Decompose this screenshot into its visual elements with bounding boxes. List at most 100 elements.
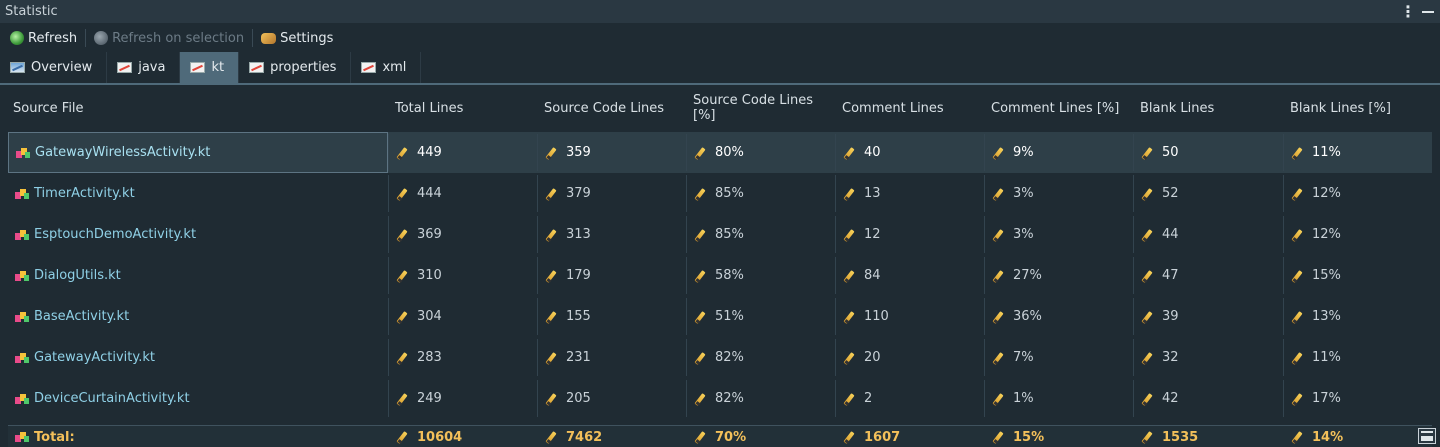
value-cell: 27% [986, 255, 1133, 296]
total-value-cell: 7462 [539, 426, 686, 447]
kotlin-file-icon [15, 188, 29, 200]
cell-text: 1% [1013, 391, 1034, 406]
tab-properties[interactable]: properties [239, 52, 352, 83]
header-comment-percent[interactable]: Comment Lines [%] [986, 85, 1133, 131]
value-cell: 84 [837, 255, 984, 296]
table-header: Source File Total Lines Source Code Line… [8, 85, 1432, 131]
cell-text: 231 [566, 350, 591, 365]
column-separator [537, 216, 538, 253]
value-cell: 11% [1285, 132, 1432, 173]
file-name-cell: DialogUtils.kt [8, 255, 388, 296]
value-cell: 58% [688, 255, 835, 296]
tab-xml[interactable]: xml [351, 52, 422, 83]
tab-overview[interactable]: Overview [0, 52, 108, 83]
table-row[interactable]: DeviceCurtainActivity.kt 249 205 82% 2 1% 42 17… [8, 378, 1432, 419]
refresh-button[interactable]: Refresh [6, 27, 81, 49]
value-cell: 1% [986, 378, 1133, 419]
header-source-code-lines[interactable]: Source Code Lines [539, 85, 686, 131]
value-cell: 379 [539, 173, 686, 214]
header-blank-lines[interactable]: Blank Lines [1135, 85, 1282, 131]
column-separator [388, 257, 389, 294]
table-row[interactable]: EsptouchDemoActivity.kt 369 313 85% 12 3% 44 12… [8, 214, 1432, 255]
header-total-lines[interactable]: Total Lines [390, 85, 537, 131]
header-source-code-percent[interactable]: Source Code Lines [%] [688, 85, 835, 131]
kebab-icon[interactable]: ⋮ [1400, 3, 1416, 20]
minimize-icon[interactable] [1422, 11, 1434, 13]
value-cell: 3% [986, 214, 1133, 255]
refresh-on-selection-label: Refresh on selection [112, 30, 245, 46]
tab-label: xml [382, 60, 407, 75]
tab-label: java [138, 60, 166, 75]
pencil-icon [695, 430, 709, 444]
column-separator [388, 175, 389, 212]
value-cell: 12 [837, 214, 984, 255]
table-row[interactable]: BaseActivity.kt 304 155 51% 110 36% 39 13% [8, 296, 1432, 337]
column-separator [835, 216, 836, 253]
cell-text: 50 [1162, 145, 1179, 160]
value-cell: 17% [1285, 378, 1432, 419]
collapse-panel-icon[interactable] [1418, 428, 1436, 444]
settings-label: Settings [280, 30, 334, 46]
column-separator [984, 175, 985, 212]
cell-text: 444 [417, 186, 442, 201]
pencil-icon [695, 228, 709, 242]
column-separator [537, 134, 538, 171]
kotlin-file-icon [16, 147, 30, 159]
column-separator [1283, 380, 1284, 417]
value-cell: 313 [539, 214, 686, 255]
column-separator [388, 339, 389, 376]
kotlin-file-icon [15, 270, 29, 282]
pencil-icon [546, 392, 560, 406]
tab-label: properties [270, 60, 337, 75]
value-cell: 11% [1285, 337, 1432, 378]
cell-text: 12% [1312, 186, 1341, 201]
cell-text: 313 [566, 227, 591, 242]
pencil-icon [397, 146, 411, 160]
column-separator [835, 257, 836, 294]
pencil-icon [695, 392, 709, 406]
cell-text: 9% [1013, 145, 1034, 160]
toolbar: Refresh Refresh on selection Settings [0, 24, 1440, 52]
table-row[interactable]: DialogUtils.kt 310 179 58% 84 27% 47 15% [8, 255, 1432, 296]
table-row[interactable]: GatewayWirelessActivity.kt 449 359 80% 40 9% 5… [8, 132, 1432, 173]
settings-button[interactable]: Settings [257, 27, 337, 49]
cell-text: 85% [715, 227, 744, 242]
header-blank-percent[interactable]: Blank Lines [%] [1285, 85, 1432, 131]
cell-text: 42 [1162, 391, 1179, 406]
total-row: Total: 10604 7462 70% 1607 15% 1535 14% [8, 425, 1432, 447]
pencil-icon [993, 269, 1007, 283]
header-source-file[interactable]: Source File [8, 85, 388, 131]
table-row[interactable]: TimerActivity.kt 444 379 85% 13 3% 52 12% [8, 173, 1432, 214]
column-separator [537, 257, 538, 294]
value-cell: 47 [1135, 255, 1283, 296]
value-cell: 444 [390, 173, 537, 214]
column-separator [1283, 298, 1284, 335]
cell-text: 283 [417, 350, 442, 365]
refresh-on-selection-button[interactable]: Refresh on selection [90, 27, 248, 49]
pencil-icon [397, 392, 411, 406]
total-text: 7462 [566, 429, 603, 445]
cell-text: BaseActivity.kt [34, 309, 130, 324]
cell-text: EsptouchDemoActivity.kt [34, 227, 197, 242]
tab-java[interactable]: java [107, 52, 181, 83]
pencil-icon [1142, 310, 1156, 324]
tab-kt[interactable]: kt [180, 52, 240, 83]
table-row[interactable]: GatewayActivity.kt 283 231 82% 20 7% 32 11% [8, 337, 1432, 378]
value-cell: 9% [986, 132, 1133, 173]
cell-text: 44 [1162, 227, 1179, 242]
value-cell: 82% [688, 378, 835, 419]
kotlin-file-icon [15, 431, 29, 443]
column-separator [984, 380, 985, 417]
cell-text: 7% [1013, 350, 1034, 365]
cell-text: TimerActivity.kt [34, 186, 135, 201]
column-separator [537, 380, 538, 417]
value-cell: 12% [1285, 214, 1432, 255]
pencil-icon [844, 228, 858, 242]
statistics-table: Source File Total Lines Source Code Line… [0, 85, 1440, 447]
pencil-icon [1292, 430, 1306, 444]
header-comment-lines[interactable]: Comment Lines [837, 85, 984, 131]
pencil-icon [546, 228, 560, 242]
total-text: 1535 [1162, 429, 1199, 445]
pencil-icon [993, 187, 1007, 201]
tab-bar: Overview java kt properties xml [0, 52, 1440, 83]
